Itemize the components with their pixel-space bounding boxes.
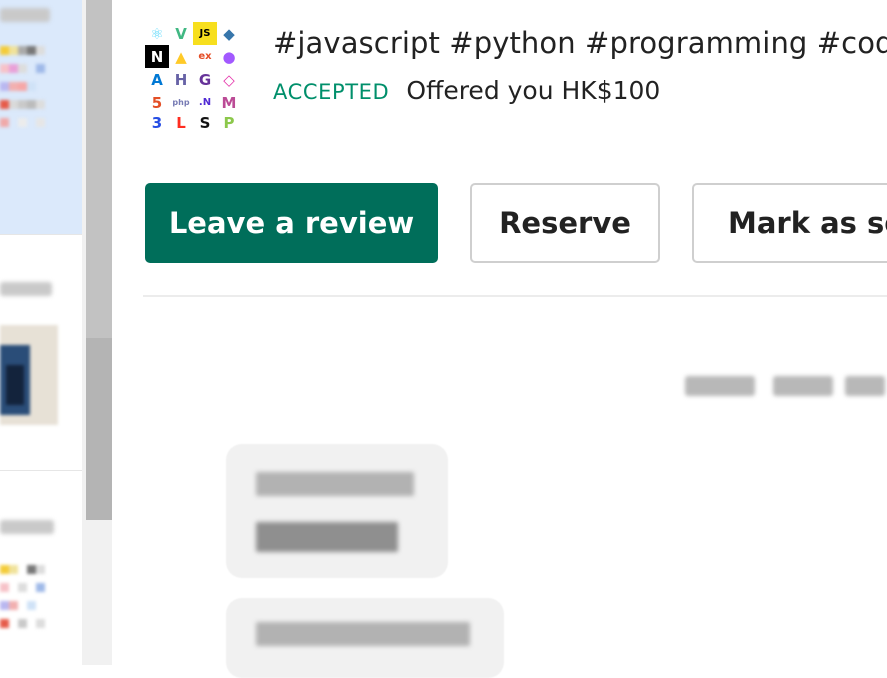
status-badge: ACCEPTED (273, 80, 390, 104)
express-icon: ex (193, 45, 217, 68)
proxy-icon: P (217, 114, 241, 132)
offer-message-bubble (226, 444, 448, 578)
vue-icon: V (169, 22, 193, 45)
js-icon: JS (193, 22, 217, 45)
azure-icon: A (145, 68, 169, 91)
python-icon: ◆ (217, 22, 241, 45)
cancelled-offer-bubble (226, 598, 504, 678)
mark-as-sold-button[interactable]: Mark as so (692, 183, 887, 263)
listing-title[interactable]: #javascript #python #programming #codin (273, 26, 887, 60)
conversation-date-redacted (0, 8, 50, 22)
conversation-date-redacted (0, 282, 52, 296)
listing-thumbnail[interactable]: ⚛ V JS ◆ N ▲ ex ● A H G ◇ 5 php .N M 3 L S P (145, 22, 241, 132)
socket-icon: S (193, 114, 217, 132)
graphql-icon: ◇ (217, 68, 241, 91)
dotnet-icon: .N (193, 91, 217, 114)
nextjs-icon: N (145, 45, 169, 68)
conversation-thumbnail (0, 325, 58, 425)
css3-icon: 3 (145, 114, 169, 132)
scrollbar-thumb[interactable] (86, 0, 112, 520)
conversation-thumbnail (0, 565, 56, 665)
message-timestamp-redacted (685, 370, 885, 400)
conversation-date-redacted (0, 520, 54, 534)
gatsby-icon: G (193, 68, 217, 91)
reserve-button[interactable]: Reserve (470, 183, 660, 263)
react-icon: ⚛ (145, 22, 169, 45)
firebase-icon: ▲ (169, 45, 193, 68)
leave-review-button[interactable]: Leave a review (145, 183, 438, 263)
heroku-icon: H (169, 68, 193, 91)
conversation-list (0, 0, 82, 665)
motion-icon: M (217, 91, 241, 114)
figma-icon: ● (217, 45, 241, 68)
php-icon: php (169, 91, 193, 114)
offer-status-row: ACCEPTED Offered you HK$100 (273, 76, 660, 105)
conversation-pane: ⚛ V JS ◆ N ▲ ex ● A H G ◇ 5 php .N M 3 L S P #javascript #p… (112, 0, 887, 678)
divider (143, 295, 887, 297)
offer-text: Offered you HK$100 (406, 76, 661, 105)
laravel-icon: L (169, 114, 193, 132)
html5-icon: 5 (145, 91, 169, 114)
conversation-thumbnail (0, 46, 56, 146)
